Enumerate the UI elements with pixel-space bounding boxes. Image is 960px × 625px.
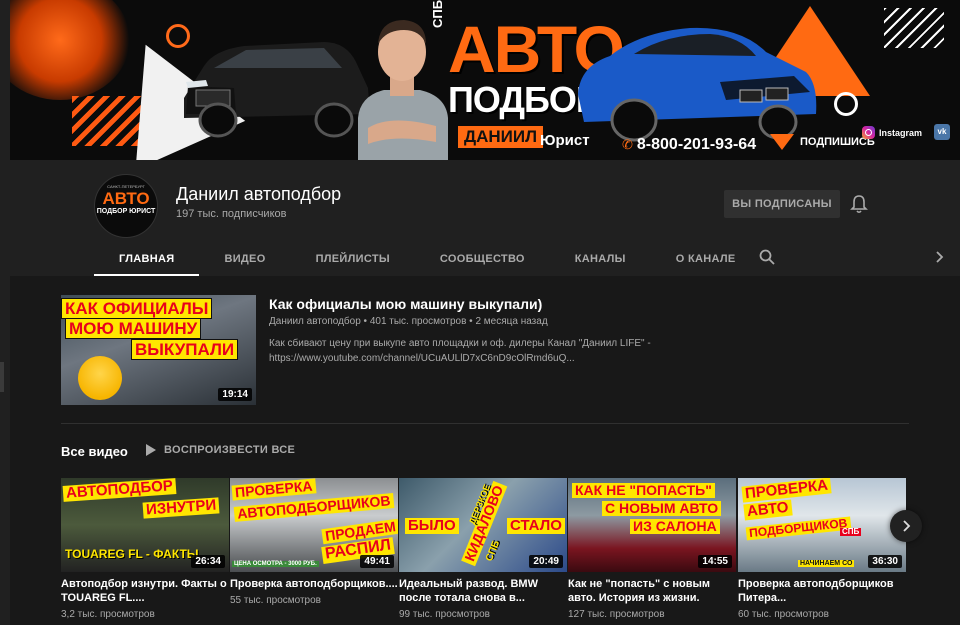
video-card[interactable]: ПРОВЕРКА АВТОПОДБОРЩИКОВ ПРОДАЕМ РАСПИЛ … (230, 478, 398, 606)
video-views: 55 тыс. просмотров (230, 595, 321, 606)
video-card[interactable]: АВТОПОДБОР ИЗНУТРИ TOUAREG FL - ФАКТЫ 26… (61, 478, 229, 620)
tab-channels[interactable]: КАНАЛЫ (550, 242, 651, 276)
banner-instagram-label: Instagram (879, 127, 923, 138)
channel-name: Даниил автоподбор (176, 184, 342, 204)
banner-instagram-link[interactable]: Instagram (862, 126, 922, 139)
video-views: 127 тыс. просмотров (568, 609, 665, 620)
banner-stripes-right (884, 8, 944, 48)
thumb-text: АВТОПОДБОР (62, 478, 177, 502)
video-duration: 26:34 (191, 555, 225, 568)
phone-icon: ✆ (622, 137, 633, 152)
subscribe-arrow-icon (770, 134, 794, 150)
instagram-icon (862, 126, 875, 139)
bmw-suv-image (578, 27, 817, 142)
tab-videos[interactable]: ВИДЕО (199, 242, 290, 276)
thumb-text: СПБ (840, 527, 862, 537)
tab-community[interactable]: СООБЩЕСТВО (415, 242, 550, 276)
video-views: 3,2 тыс. просмотров (61, 609, 155, 620)
carousel-next-button[interactable] (890, 510, 922, 542)
subscribed-button[interactable]: ВЫ ПОДПИСАНЫ (724, 190, 840, 218)
featured-video-description: Как сбивают цену при выкупе авто площадк… (269, 338, 651, 364)
avatar-top-text: АВТО (102, 189, 150, 208)
channel-avatar[interactable]: САНКТ-ПЕТЕРБУРГ АВТО ПОДБОР ЮРИСТ (94, 174, 158, 238)
audi-suv-image (184, 42, 370, 138)
banner-phone: ✆ 8-800-201-93-64 (622, 136, 756, 154)
thumb-text: ИЗНУТРИ (142, 497, 220, 518)
thumb-text: БЫЛО (405, 518, 459, 534)
section-divider (61, 423, 909, 424)
channel-header: САНКТ-ПЕТЕРБУРГ АВТО ПОДБОР ЮРИСТ Даниил… (10, 160, 960, 276)
video-card[interactable]: БЫЛО СТАЛО КИДАЛОВО ДЕРЗКОЕ СПБ 20:49 Ид… (399, 478, 567, 620)
featured-video-title[interactable]: Как официалы мою машину выкупали) (269, 296, 542, 312)
video-thumbnail[interactable]: БЫЛО СТАЛО КИДАЛОВО ДЕРЗКОЕ СПБ 20:49 (399, 478, 567, 572)
bell-icon[interactable] (850, 194, 868, 214)
video-duration: 14:55 (698, 555, 732, 568)
featured-video-meta: Даниил автоподбор • 401 тыс. просмотров … (269, 316, 548, 327)
video-thumbnail[interactable]: КАК НЕ "ПОПАСТЬ" С НОВЫМ АВТО ИЗ САЛОНА … (568, 478, 736, 572)
banner-white-ring (834, 92, 858, 116)
chevron-right-icon[interactable] (930, 248, 948, 266)
video-title[interactable]: Автоподбор изнутри. Факты о TOUAREG FL..… (61, 577, 229, 605)
video-title[interactable]: Как не "попасть" с новым авто. История и… (568, 577, 736, 605)
left-edge-strip (0, 0, 10, 625)
left-edge-handle[interactable] (0, 362, 4, 392)
banner-name-label: ДАНИИЛ (458, 126, 544, 148)
avatar-bottom-text: ПОДБОР ЮРИСТ (96, 208, 156, 215)
thumb-text: НАЧИНАЕМ СО (798, 560, 855, 568)
video-views: 60 тыс. просмотров (738, 609, 829, 620)
vk-icon[interactable]: vk (934, 124, 950, 140)
thumb-text: ПОДБОРЩИКОВ (745, 516, 851, 540)
channel-banner: СПБ АВТО ПОДБОР ДАНИИЛ Юрист ✆ 8-800-201-… (10, 0, 960, 160)
play-all-label: ВОСПРОИЗВЕСТИ ВСЕ (164, 444, 296, 456)
thumb-text: АВТО (743, 499, 793, 521)
play-all-button[interactable]: ВОСПРОИЗВЕСТИ ВСЕ (146, 444, 295, 456)
chevron-right-icon (903, 520, 911, 532)
thumb-text: СПБ (483, 538, 503, 564)
video-title[interactable]: Проверка автоподборщиков Питера... (738, 577, 906, 605)
thumb-text: КАК НЕ "ПОПАСТЬ" (572, 483, 715, 498)
tab-home[interactable]: ГЛАВНАЯ (94, 242, 200, 276)
video-card[interactable]: КАК НЕ "ПОПАСТЬ" С НОВЫМ АВТО ИЗ САЛОНА … (568, 478, 736, 620)
video-duration: 20:49 (529, 555, 563, 568)
thumb-text: ПРОВЕРКА (231, 478, 317, 500)
thumb-text: С НОВЫМ АВТО (602, 501, 722, 516)
person-photo (358, 20, 448, 160)
featured-thumb-line-3: ВЫКУПАЛИ (131, 339, 239, 360)
featured-duration: 19:14 (218, 388, 252, 401)
section-title: Все видео (61, 444, 128, 459)
laughing-emoji-icon (78, 356, 122, 400)
video-title[interactable]: Идеальный развод. BMW после тотала снова… (399, 577, 567, 605)
video-views: 99 тыс. просмотров (399, 609, 490, 620)
thumb-text: СТАЛО (507, 518, 565, 534)
thumb-text: ИЗ САЛОНА (630, 519, 720, 534)
featured-thumb-line-1: КАК ОФИЦИАЛЫ (61, 298, 213, 319)
subscriber-count: 197 тыс. подписчиков (176, 208, 287, 220)
video-duration: 49:41 (360, 555, 394, 568)
video-thumbnail[interactable]: ПРОВЕРКА АВТО ПОДБОРЩИКОВ СПБ НАЧИНАЕМ С… (738, 478, 906, 572)
tab-playlists[interactable]: ПЛЕЙЛИСТЫ (291, 242, 415, 276)
thumb-text: TOUAREG FL - ФАКТЫ (65, 547, 199, 561)
tab-about[interactable]: О КАНАЛЕ (651, 242, 761, 276)
video-card[interactable]: ПРОВЕРКА АВТО ПОДБОРЩИКОВ СПБ НАЧИНАЕМ С… (738, 478, 906, 620)
banner-spb: СПБ (430, 0, 445, 28)
video-title[interactable]: Проверка автоподборщиков.... (230, 577, 398, 591)
thumb-text: ЦЕНА ОСМОТРА - 3000 РУБ. (232, 561, 319, 568)
featured-thumb-line-2: МОЮ МАШИНУ (65, 318, 202, 339)
video-thumbnail[interactable]: ПРОВЕРКА АВТОПОДБОРЩИКОВ ПРОДАЕМ РАСПИЛ … (230, 478, 398, 572)
play-icon (146, 444, 156, 456)
video-thumbnail[interactable]: АВТОПОДБОР ИЗНУТРИ TOUAREG FL - ФАКТЫ 26… (61, 478, 229, 572)
video-duration: 36:30 (868, 555, 902, 568)
search-icon[interactable] (758, 248, 776, 266)
banner-phone-number: 8-800-201-93-64 (636, 136, 757, 153)
channel-tabs: ГЛАВНАЯ ВИДЕО ПЛЕЙЛИСТЫ СООБЩЕСТВО КАНАЛ… (94, 242, 761, 276)
